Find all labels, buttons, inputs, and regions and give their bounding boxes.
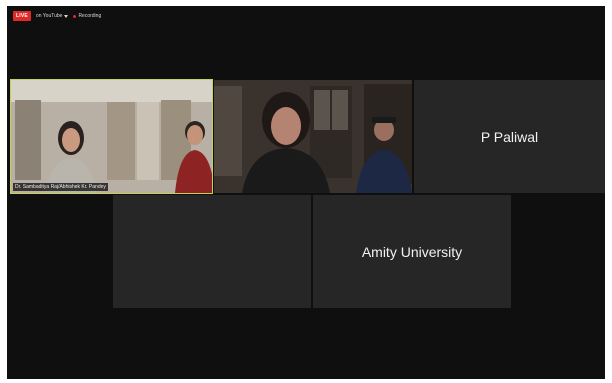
video-feed-2 <box>214 80 412 193</box>
recording-indicator[interactable]: Recording <box>73 13 101 19</box>
video-tile-1[interactable]: Dr. Sambaditya Raj/Abhishek Kr. Pandey <box>10 79 213 194</box>
video-tile-3[interactable]: P Paliwal <box>414 80 605 193</box>
video-tile-4[interactable] <box>113 195 311 308</box>
top-bar: LIVE on YouTube Recording <box>7 6 101 26</box>
meeting-stage: LIVE on YouTube Recording Dr. Sambaditya… <box>7 6 605 379</box>
participant-name-label: Dr. Sambaditya Raj/Abhishek Kr. Pandey <box>13 183 108 191</box>
live-badge[interactable]: LIVE <box>13 11 31 21</box>
video-tile-5[interactable]: Amity University <box>313 195 511 308</box>
record-dot-icon <box>73 14 77 18</box>
youtube-stream-menu[interactable]: on YouTube <box>36 13 69 19</box>
participant-name-label: Amity University <box>361 243 463 260</box>
participant-name-label: P Paliwal <box>480 128 539 145</box>
video-tile-2[interactable] <box>214 80 412 193</box>
recording-label: Recording <box>78 13 102 19</box>
chevron-down-icon <box>64 14 69 18</box>
youtube-label: on YouTube <box>35 13 63 19</box>
video-feed-1 <box>11 80 212 193</box>
